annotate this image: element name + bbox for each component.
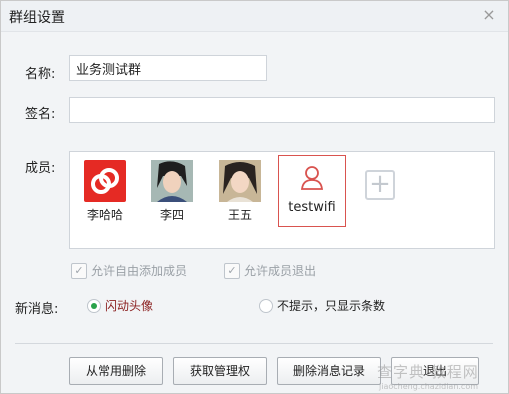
- signature-input[interactable]: [69, 97, 495, 123]
- signature-label: 签名:: [25, 107, 56, 122]
- members-label: 成员:: [25, 161, 56, 176]
- delete-history-button[interactable]: 删除消息记录: [277, 357, 381, 385]
- close-icon[interactable]: ×: [482, 5, 495, 24]
- plus-icon[interactable]: +: [369, 169, 391, 199]
- member-testwifi[interactable]: testwifi: [278, 155, 346, 227]
- avatar: [151, 160, 193, 202]
- dialog-title: 群组设置: [9, 10, 65, 26]
- checkbox-checked-icon[interactable]: ✓: [224, 262, 240, 279]
- member-lisi[interactable]: 李四: [142, 158, 202, 228]
- get-admin-button[interactable]: 获取管理权: [173, 357, 267, 385]
- member-wangwu[interactable]: 王五: [210, 158, 270, 228]
- member-lihaha[interactable]: 李哈哈: [75, 158, 135, 228]
- watermark-text: 查字典 教程网: [377, 363, 479, 381]
- allow-free-add-option[interactable]: ✓ 允许自由添加成员: [71, 262, 187, 280]
- user-outline-icon: [291, 162, 333, 204]
- member-name: 李哈哈: [86, 208, 123, 222]
- name-input[interactable]: [69, 55, 267, 81]
- allow-member-exit-option[interactable]: ✓ 允许成员退出: [224, 262, 316, 280]
- avatar: [219, 160, 261, 202]
- app-logo-icon: [84, 160, 126, 202]
- close-button[interactable]: ×: [479, 5, 499, 25]
- no-notify-label: 不提示，只显示条数: [277, 299, 386, 313]
- title-bar: 群组设置 ×: [1, 1, 508, 32]
- checkbox-checked-icon[interactable]: ✓: [71, 262, 87, 279]
- add-member-button[interactable]: +: [365, 170, 395, 200]
- watermark-subtext: jiaocheng.chazidian.com: [379, 382, 479, 391]
- flash-avatar-label: 闪动头像: [105, 299, 154, 313]
- no-notify-option[interactable]: 不提示，只显示条数: [259, 297, 385, 314]
- new-message-label: 新消息:: [15, 302, 59, 317]
- radio-unselected-icon[interactable]: [259, 298, 273, 313]
- members-list: 李哈哈 李四 王五 testwifi +: [69, 151, 495, 249]
- allow-free-add-label: 允许自由添加成员: [91, 264, 188, 278]
- divider: [15, 343, 493, 344]
- allow-member-exit-label: 允许成员退出: [244, 264, 317, 278]
- group-settings-dialog: 群组设置 × 名称: 签名: 成员: 李哈哈: [0, 0, 509, 394]
- flash-avatar-option[interactable]: 闪动头像: [87, 297, 153, 314]
- watermark: 查字典 教程网 jiaocheng.chazidian.com: [369, 361, 508, 393]
- remove-common-button[interactable]: 从常用删除: [69, 357, 163, 385]
- member-name: 王五: [227, 208, 252, 222]
- member-name: 李四: [159, 208, 184, 222]
- radio-selected-icon[interactable]: [87, 298, 101, 313]
- member-name: testwifi: [288, 200, 336, 215]
- name-label: 名称:: [25, 67, 56, 82]
